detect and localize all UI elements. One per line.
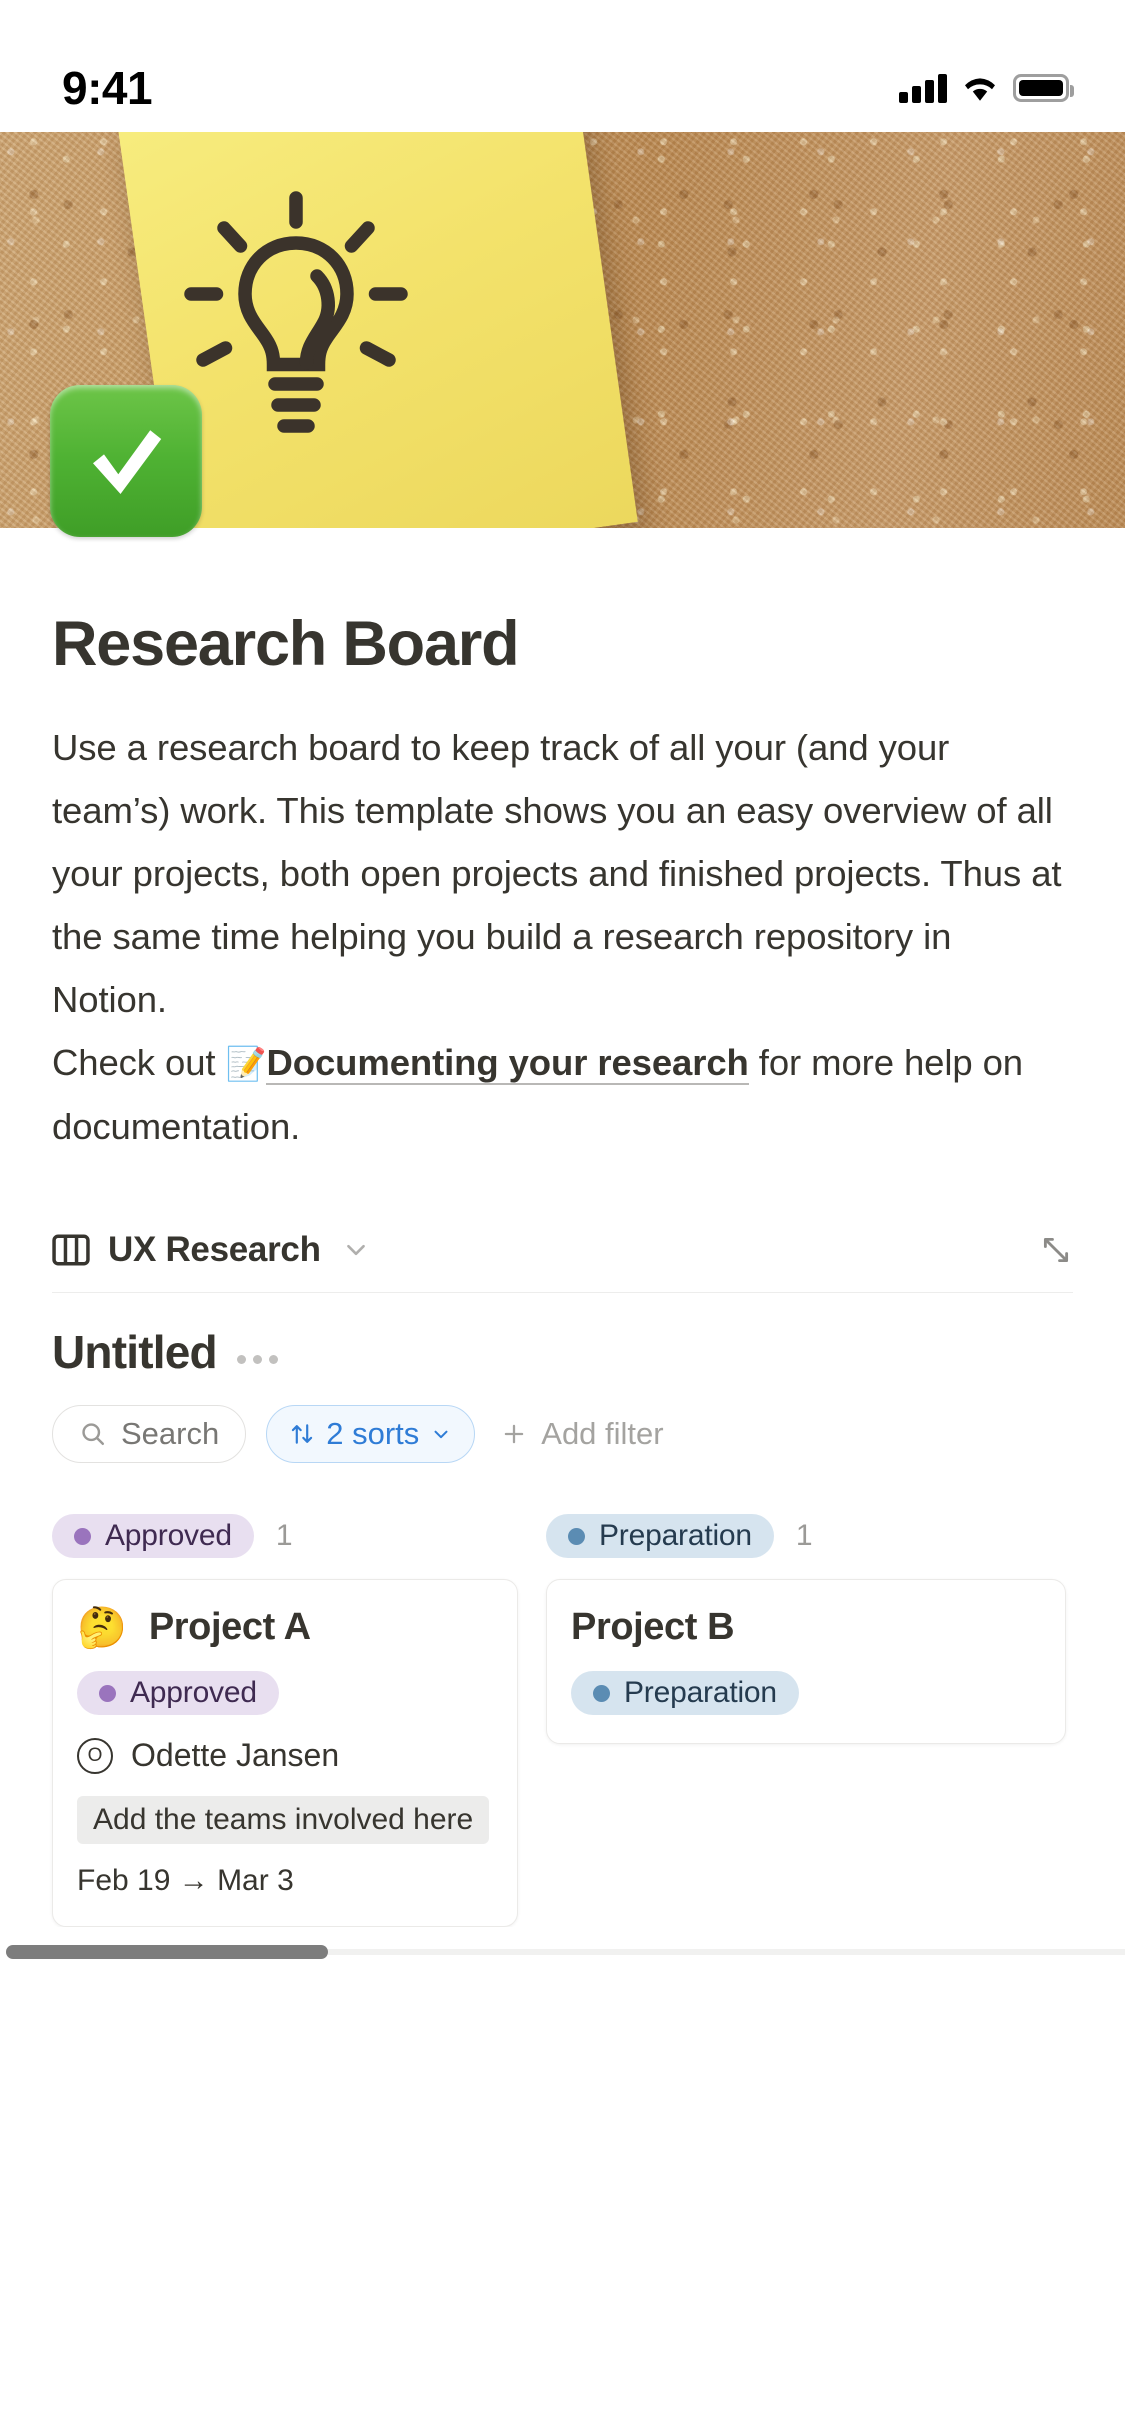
status-dot-icon [568, 1527, 585, 1545]
card-status-label: Approved [130, 1676, 257, 1709]
scrollbar-thumb[interactable] [6, 1945, 328, 1959]
card-status-row: Preparation [571, 1671, 1041, 1715]
card-person-name: Odette Jansen [131, 1737, 340, 1773]
column-header[interactable]: Approved 1 [52, 1509, 518, 1563]
description-paragraph-2: Check out 📝Documenting your research for… [52, 1031, 1073, 1158]
page-icon-check-mark[interactable] [50, 385, 202, 537]
card-status-row: Approved [77, 1671, 493, 1715]
avatar: O [77, 1737, 113, 1774]
status-bar: 9:41 [0, 0, 1125, 132]
board-card[interactable]: Project B Preparation [546, 1579, 1066, 1744]
plus-icon [505, 1424, 524, 1444]
card-title: Project B [571, 1606, 735, 1648]
status-dot-icon [593, 1684, 610, 1702]
status-badge-label: Approved [105, 1519, 232, 1552]
ellipsis-icon[interactable] [236, 1341, 278, 1364]
page-description: Use a research board to keep track of al… [52, 716, 1073, 1158]
sorts-button[interactable]: 2 sorts [266, 1405, 476, 1463]
page-title: Research Board [52, 609, 520, 679]
card-teams-row: Add the teams involved here [77, 1796, 493, 1844]
documenting-your-research-link[interactable]: Documenting your research [266, 1042, 749, 1085]
board-view-icon [52, 1234, 90, 1266]
chevron-down-icon [346, 1244, 365, 1256]
check-mark-icon [93, 430, 162, 494]
status-badge: Preparation [546, 1514, 774, 1558]
status-badge: Approved [52, 1514, 254, 1558]
view-tab-label: UX Research [108, 1230, 321, 1269]
search-input[interactable]: Search [52, 1405, 247, 1463]
card-title: Project A [148, 1606, 311, 1648]
status-dot-icon [74, 1527, 91, 1545]
board-column-preparation: Preparation 1 Project B Preparation [546, 1509, 1066, 1927]
board-card[interactable]: 🤔 Project A Approved O Odette Jansen Add… [52, 1579, 518, 1927]
status-bar-indicators [899, 73, 1074, 103]
board-columns: Approved 1 🤔 Project A Approved O Odette… [0, 1509, 1125, 1927]
status-dot-icon [99, 1684, 116, 1702]
card-title-row: Project B [571, 1606, 1041, 1649]
card-date-range: Feb 19 → Mar 3 [77, 1864, 294, 1897]
database-title-row: Untitled [52, 1325, 1073, 1379]
sort-arrows-icon [292, 1424, 313, 1444]
memo-emoji-icon: 📝 [225, 1045, 267, 1082]
add-filter-button[interactable]: Add filter [495, 1416, 664, 1452]
check-out-prefix: Check out [52, 1042, 226, 1083]
column-count: 1 [795, 1519, 813, 1552]
thinking-face-emoji-icon: 🤔 [77, 1605, 127, 1650]
sorts-label: 2 sorts [326, 1416, 420, 1451]
chevron-down-icon [434, 1430, 448, 1439]
status-badge-label: Preparation [599, 1519, 752, 1552]
card-status-badge: Approved [77, 1671, 279, 1715]
status-bar-time: 9:41 [62, 62, 153, 114]
column-header[interactable]: Preparation 1 [546, 1509, 1066, 1563]
view-tab-ux-research[interactable]: UX Research [52, 1230, 369, 1270]
card-person-row: O Odette Jansen [77, 1737, 493, 1774]
board-column-approved: Approved 1 🤔 Project A Approved O Odette… [52, 1509, 518, 1927]
page-content: Research Board Use a research board to k… [0, 608, 1125, 1959]
scrollbar-track [328, 1949, 1125, 1955]
battery-icon [1013, 74, 1074, 102]
search-placeholder: Search [121, 1416, 220, 1451]
card-teams-placeholder: Add the teams involved here [77, 1796, 490, 1844]
expand-diagonal-icon[interactable] [1039, 1233, 1073, 1267]
add-filter-label: Add filter [541, 1416, 664, 1451]
board-horizontal-scrollbar[interactable] [0, 1945, 1125, 1959]
column-count: 1 [275, 1519, 293, 1552]
card-title-row: 🤔 Project A [77, 1606, 493, 1649]
search-icon [82, 1423, 105, 1446]
database-toolbar: Search 2 sorts Add filter [52, 1405, 1073, 1463]
cellular-signal-icon [899, 73, 947, 103]
card-status-badge: Preparation [571, 1671, 799, 1715]
database-view-bar: UX Research [52, 1230, 1073, 1293]
wifi-icon [965, 78, 995, 101]
database-title[interactable]: Untitled [52, 1325, 218, 1379]
card-status-label: Preparation [624, 1676, 777, 1709]
description-paragraph-1: Use a research board to keep track of al… [52, 727, 1062, 1020]
